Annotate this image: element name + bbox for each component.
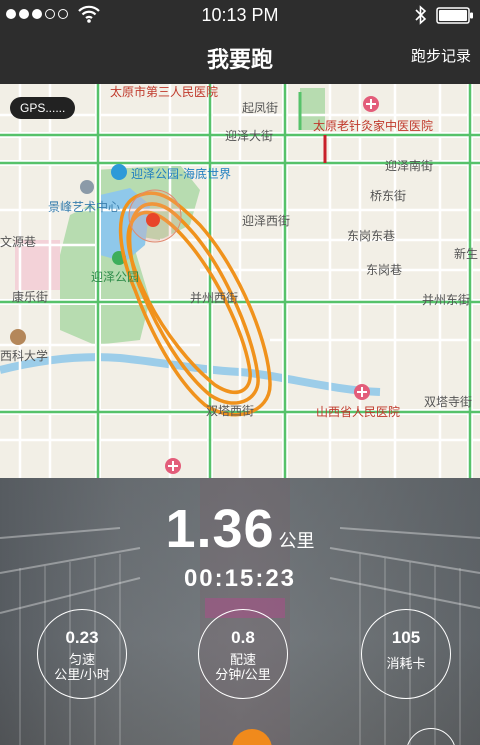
hospital-icon: [363, 96, 379, 112]
battery-icon: [436, 7, 473, 24]
bluetooth-icon: [415, 5, 427, 25]
distance-value: 1.36: [165, 499, 275, 559]
svg-text:东岗巷: 东岗巷: [366, 263, 402, 277]
speed-label: 匀速 公里/小时: [54, 652, 110, 682]
svg-text:起凤街: 起凤街: [242, 101, 278, 115]
svg-text:东岗东巷: 东岗东巷: [347, 229, 395, 243]
pace-stat: 0.8 配速 分钟/公里: [198, 609, 288, 699]
svg-text:并州东街: 并州东街: [422, 293, 470, 307]
status-time: 10:13 PM: [201, 5, 279, 25]
svg-text:桥东街: 桥东街: [370, 189, 406, 203]
svg-text:迎泽大街: 迎泽大街: [225, 129, 273, 143]
speed-stat: 0.23 匀速 公里/小时: [37, 609, 127, 699]
page-title: 我要跑: [206, 47, 273, 72]
svg-text:景峰艺术中心: 景峰艺术中心: [48, 199, 120, 214]
distance-display: 1.36 公里: [0, 498, 480, 560]
gps-status: GPS......: [10, 97, 76, 119]
svg-text:康乐街: 康乐街: [12, 289, 48, 304]
calories-stat: 105 消耗卡: [361, 609, 451, 699]
map-canvas: 太原市第三人民医院 太原老针灸家中医医院 山西省人民医院 迎泽公园-海底世界 景…: [0, 84, 480, 478]
status-bar: 10:13 PM: [0, 0, 480, 30]
svg-text:并州西街: 并州西街: [190, 291, 238, 305]
current-location-dot: [146, 213, 160, 227]
calories-value: 105: [391, 628, 421, 647]
svg-text:双塔寺街: 双塔寺街: [424, 395, 472, 409]
pace-value: 0.8: [231, 628, 255, 647]
svg-text:迎泽西街: 迎泽西街: [242, 214, 290, 228]
run-map[interactable]: 太原市第三人民医院 太原老针灸家中医医院 山西省人民医院 迎泽公园-海底世界 景…: [0, 84, 480, 478]
svg-text:双塔西街: 双塔西街: [206, 404, 254, 418]
map-label: 太原市第三人民医院: [110, 84, 218, 99]
run-stats-panel: 1.36 公里 00:15:23 0.23 匀速 公里/小时 0.8 配速 分钟/…: [0, 478, 480, 745]
svg-text:山西省人民医院: 山西省人民医院: [316, 405, 400, 419]
svg-text:西科大学: 西科大学: [0, 348, 48, 363]
svg-text:新生: 新生: [454, 246, 478, 261]
svg-text:迎泽公园-海底世界: 迎泽公园-海底世界: [131, 166, 231, 181]
svg-text:迎泽南街: 迎泽南街: [385, 158, 433, 173]
calories-label: 消耗卡: [386, 656, 426, 671]
svg-text:迎泽公园: 迎泽公园: [91, 270, 139, 284]
run-history-button[interactable]: 跑步记录: [411, 45, 471, 66]
svg-text:文源巷: 文源巷: [0, 234, 36, 249]
pace-label: 配速 分钟/公里: [215, 652, 271, 682]
distance-unit: 公里: [278, 531, 315, 551]
speed-value: 0.23: [65, 628, 99, 647]
duration-display: 00:15:23: [183, 565, 297, 592]
nav-bar: 我要跑 跑步记录: [0, 30, 480, 84]
svg-text:太原老针灸家中医医院: 太原老针灸家中医医院: [313, 118, 433, 133]
